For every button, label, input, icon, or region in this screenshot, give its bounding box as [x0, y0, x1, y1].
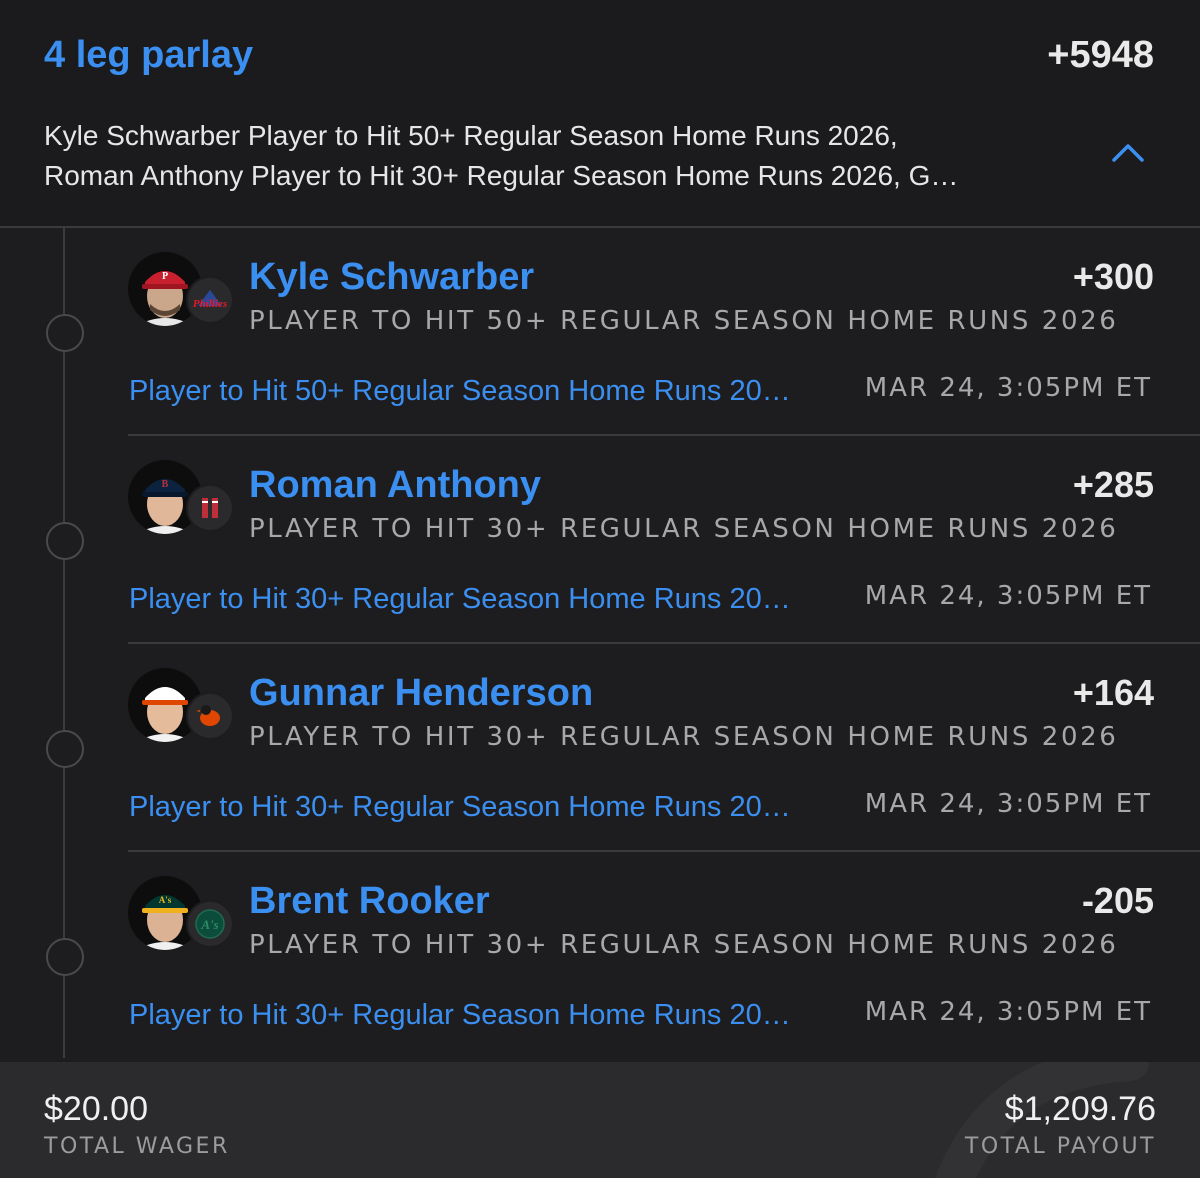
leg-item[interactable]: P Phillies Kyle Schwarber +300 PLAYER TO…	[0, 228, 1200, 436]
svg-text:A's: A's	[159, 895, 172, 905]
leg-item[interactable]: A's A's Brent Rooker -205 PLAYER TO HIT …	[0, 852, 1200, 1060]
total-payout-amount: $1,209.76	[1004, 1090, 1156, 1128]
leg-odds: -205	[1081, 880, 1154, 921]
svg-text:B: B	[162, 479, 169, 490]
leg-item[interactable]: B Roman Anthony +285 PLAYER TO HIT 30+ R…	[0, 436, 1200, 644]
selection-link[interactable]: Player to Hit 50+ Regular Season Home Ru…	[129, 375, 791, 408]
parlay-odds: +5948	[1047, 34, 1154, 76]
parlay-header[interactable]: 4 leg parlay +5948 Kyle Schwarber Player…	[0, 0, 1200, 228]
leg-odds: +164	[1072, 672, 1154, 713]
team-logo-icon	[186, 484, 234, 532]
selection-link[interactable]: Player to Hit 30+ Regular Season Home Ru…	[129, 791, 791, 824]
player-name[interactable]: Roman Anthony	[249, 464, 541, 507]
start-time: MAR 24, 3:05PM ET	[864, 581, 1152, 611]
leg-item[interactable]: Gunnar Henderson +164 PLAYER TO HIT 30+ …	[0, 644, 1200, 852]
player-name[interactable]: Brent Rooker	[249, 880, 490, 923]
leg-odds: +300	[1072, 256, 1154, 297]
bet-summary-footer: $20.00 TOTAL WAGER $1,209.76 TOTAL PAYOU…	[0, 1062, 1200, 1178]
total-wager-amount: $20.00	[44, 1090, 148, 1128]
team-logo-icon: A's	[186, 900, 234, 948]
total-wager-label: TOTAL WAGER	[44, 1134, 230, 1159]
market-label: PLAYER TO HIT 30+ REGULAR SEASON HOME RU…	[249, 722, 1119, 752]
start-time: MAR 24, 3:05PM ET	[864, 373, 1152, 403]
market-label: PLAYER TO HIT 30+ REGULAR SEASON HOME RU…	[249, 514, 1119, 544]
svg-text:P: P	[162, 271, 168, 282]
selection-link[interactable]: Player to Hit 30+ Regular Season Home Ru…	[129, 583, 791, 616]
chevron-up-icon[interactable]	[1110, 140, 1146, 164]
svg-text:Phillies: Phillies	[193, 298, 227, 310]
parlay-legs: P Phillies Kyle Schwarber +300 PLAYER TO…	[0, 228, 1200, 1062]
leg-odds: +285	[1072, 464, 1154, 505]
player-name[interactable]: Kyle Schwarber	[249, 256, 534, 299]
start-time: MAR 24, 3:05PM ET	[864, 997, 1152, 1027]
market-label: PLAYER TO HIT 30+ REGULAR SEASON HOME RU…	[249, 930, 1119, 960]
team-logo-icon	[186, 692, 234, 740]
player-name[interactable]: Gunnar Henderson	[249, 672, 593, 715]
selection-link[interactable]: Player to Hit 30+ Regular Season Home Ru…	[129, 999, 791, 1032]
parlay-title: 4 leg parlay	[44, 34, 254, 76]
total-payout-label: TOTAL PAYOUT	[964, 1134, 1156, 1159]
start-time: MAR 24, 3:05PM ET	[864, 789, 1152, 819]
parlay-description: Kyle Schwarber Player to Hit 50+ Regular…	[44, 120, 959, 191]
svg-text:A's: A's	[200, 917, 218, 932]
team-logo-icon: Phillies	[186, 276, 234, 324]
market-label: PLAYER TO HIT 50+ REGULAR SEASON HOME RU…	[249, 306, 1119, 336]
